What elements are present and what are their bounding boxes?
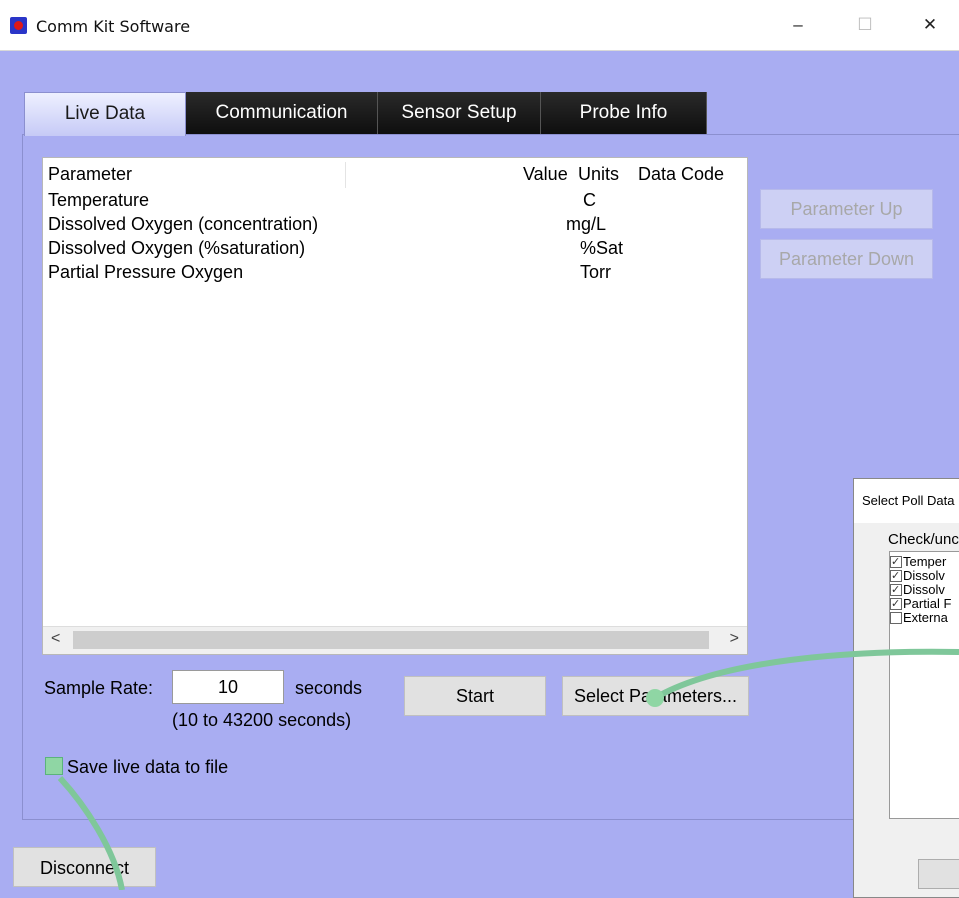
parameter-name: Partial Pressure Oxygen — [48, 262, 244, 282]
parameter-name: Dissolved Oxygen (%saturation) — [48, 238, 306, 258]
title-bar: Comm Kit Software – ☐ ✕ — [0, 0, 959, 51]
select-parameters-button[interactable]: Select Parameters... — [562, 676, 749, 716]
checkbox-checked-icon[interactable] — [890, 582, 902, 598]
tab-communication[interactable]: Communication — [186, 92, 378, 134]
checkbox-checked-icon[interactable] — [890, 554, 902, 570]
poll-data-list[interactable]: Temper Dissolv Dissolv Partial F Externa — [889, 551, 959, 819]
checkbox-unchecked-icon[interactable] — [890, 612, 902, 624]
scrollbar-thumb[interactable] — [73, 631, 709, 649]
select-poll-data-dialog: Select Poll Data Check/unc Temper Dissol… — [853, 478, 959, 898]
app-icon — [10, 17, 27, 34]
parameter-down-button[interactable]: Parameter Down — [760, 239, 933, 279]
list-item[interactable]: Partial Pressure Oxygen Torr — [43, 262, 747, 286]
sample-rate-input[interactable]: 10 — [172, 670, 284, 704]
poll-item-label: Partial F — [903, 596, 952, 611]
sample-rate-label: Sample Rate: — [44, 678, 154, 698]
parameter-units: Torr — [580, 262, 611, 282]
column-separator[interactable] — [345, 162, 346, 188]
minimize-button[interactable]: – — [775, 6, 821, 44]
poll-item-label: Dissolv — [903, 582, 945, 597]
column-header-data-code[interactable]: Data Code — [638, 164, 724, 185]
checkbox-checked-icon[interactable] — [890, 568, 902, 584]
tab-probe-info[interactable]: Probe Info — [541, 92, 707, 134]
parameter-list[interactable]: Parameter Value Units Data Code Temperat… — [42, 157, 748, 655]
dialog-title: Select Poll Data — [854, 479, 959, 523]
checkbox-checked-icon[interactable] — [890, 596, 902, 612]
parameter-units: mg/L — [566, 214, 607, 234]
disconnect-button[interactable]: Disconnect — [13, 847, 156, 887]
horizontal-scrollbar[interactable]: < > — [43, 626, 747, 654]
poll-item-label: Dissolv — [903, 568, 945, 583]
dialog-instruction: Check/unc — [888, 531, 959, 548]
tab-live-data[interactable]: Live Data — [24, 92, 186, 136]
parameter-name: Temperature — [48, 190, 150, 210]
poll-item-label: Temper — [903, 554, 947, 569]
column-header-units[interactable]: Units — [578, 164, 619, 185]
list-item[interactable]: Dissolved Oxygen (concentration) mg/L — [43, 214, 747, 238]
tab-sensor-setup[interactable]: Sensor Setup — [378, 92, 541, 134]
parameter-units: C — [583, 190, 596, 210]
parameter-units: %Sat — [580, 238, 624, 258]
seconds-label: seconds — [295, 678, 363, 698]
start-button[interactable]: Start — [404, 676, 546, 716]
poll-item-label: Externa — [903, 610, 948, 625]
sample-rate-range-hint: (10 to 43200 seconds) — [172, 710, 352, 730]
list-item[interactable]: Externa — [890, 610, 959, 626]
parameter-up-button[interactable]: Parameter Up — [760, 189, 933, 229]
column-header-parameter[interactable]: Parameter — [48, 164, 132, 185]
column-header-value[interactable]: Value — [523, 164, 568, 185]
scroll-left-icon[interactable]: < — [51, 630, 60, 648]
list-item[interactable]: Temperature C — [43, 190, 747, 214]
parameter-name: Dissolved Oxygen (concentration) — [48, 214, 319, 234]
window-title: Comm Kit Software — [36, 17, 191, 36]
dialog-ok-button[interactable] — [918, 859, 959, 889]
scroll-right-icon[interactable]: > — [730, 630, 739, 648]
close-button[interactable]: ✕ — [907, 6, 953, 44]
list-item[interactable]: Dissolved Oxygen (%saturation) %Sat — [43, 238, 747, 262]
maximize-button[interactable]: ☐ — [842, 6, 888, 44]
save-live-data-checkbox[interactable] — [45, 757, 63, 775]
save-live-data-label[interactable]: Save live data to file — [67, 757, 228, 778]
